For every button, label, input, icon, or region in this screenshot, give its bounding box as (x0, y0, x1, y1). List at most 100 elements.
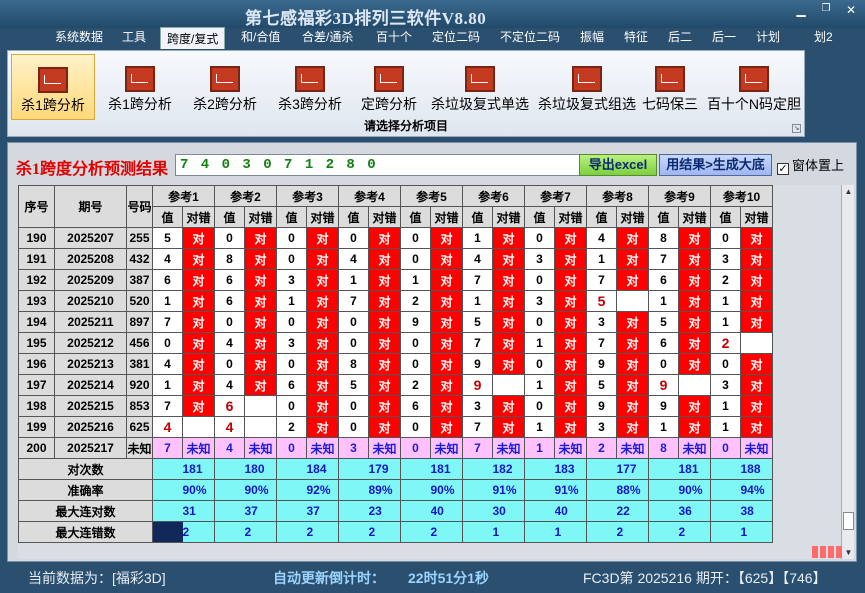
ref-value: 3 (462, 395, 493, 417)
ribbon-button[interactable]: 杀垃圾复式单选 (428, 54, 532, 120)
ribbon-button[interactable]: 百十个N码定胆 (706, 54, 802, 120)
scroll-up-icon[interactable]: ▲ (842, 185, 855, 198)
table-row[interactable]: 190 2025207 255 5 对 0 对 0 对 0 对 0 对 1 对 0 对 4 对 8 对 0 对 (18, 227, 773, 249)
stat-value: 90% (678, 479, 711, 501)
result-correct: 对 (244, 353, 277, 375)
row-seq: 200 (18, 437, 55, 459)
vertical-scrollbar[interactable]: ▲ ▼ (841, 185, 854, 559)
result-correct: 对 (430, 395, 463, 417)
stat-pad (214, 500, 245, 522)
stat-value: 90% (182, 479, 215, 501)
stat-pad (648, 458, 679, 480)
table-row[interactable]: 199 2025216 625 4 4 2 对 0 对 0 对 7 对 1 对 3 对 1 对 1 对 (18, 416, 773, 438)
table-row[interactable]: 195 2025212 456 0 对 4 对 3 对 0 对 0 对 7 对 1 对 7 对 6 对 2 (18, 332, 773, 354)
pred-value: 1 (524, 437, 555, 459)
menu-item[interactable]: 不定位二码 (500, 26, 560, 48)
minimize-icon[interactable]: ▁ (790, 3, 812, 17)
ref-value: 4 (214, 332, 245, 354)
result-correct: 对 (306, 353, 339, 375)
menu-item[interactable]: 跨度/复式 (160, 27, 226, 49)
menu-item[interactable]: 特征 (624, 26, 648, 48)
ref-value: 1 (710, 290, 741, 312)
scroll-thumb[interactable] (843, 512, 854, 530)
stat-value: 181 (678, 458, 711, 480)
ref-value: 0 (524, 353, 555, 375)
stat-value: 91% (492, 479, 525, 501)
table-row[interactable]: 192 2025209 387 6 对 6 对 3 对 1 对 1 对 7 对 0 对 7 对 6 对 2 对 (18, 269, 773, 291)
result-wrong (182, 416, 215, 438)
ribbon-button[interactable]: 杀2跨分析 (186, 54, 264, 120)
menu-item[interactable]: 工具 (122, 26, 146, 48)
menu-item[interactable]: 振幅 (580, 26, 604, 48)
table-row[interactable]: 198 2025215 853 7 对 6 0 对 0 对 6 对 3 对 0 对 9 对 9 对 1 对 (18, 395, 773, 417)
table-row[interactable]: 197 2025214 920 1 对 4 对 6 对 5 对 2 对 9 1 对 5 对 9 3 对 (18, 374, 773, 396)
stat-value: 94% (740, 479, 773, 501)
ribbon-button[interactable]: 杀1跨分析 (11, 54, 95, 120)
topmost-checkbox[interactable]: ✓ 窗体置上 (777, 155, 844, 175)
stats-row: 最大连错数 2 2 2 2 2 1 1 2 2 1 (18, 521, 773, 543)
generate-base-button[interactable]: 用结果>生成大底 (659, 154, 772, 176)
result-correct: 对 (182, 353, 215, 375)
ref-group-header: 参考7 (524, 185, 587, 207)
ref-value: 0 (710, 227, 741, 249)
ref-value: 0 (276, 248, 307, 270)
ribbon-button[interactable]: 杀1跨分析 (101, 54, 179, 120)
ribbon-button[interactable]: 杀3跨分析 (271, 54, 349, 120)
ribbon-expand-icon[interactable]: ↘ (792, 124, 801, 133)
col-period-header: 期号 (54, 185, 127, 228)
result-correct: 对 (740, 290, 773, 312)
value-subheader: 值 (400, 206, 431, 228)
table-row[interactable]: 196 2025213 381 4 对 0 对 0 对 8 对 0 对 9 对 0 对 9 对 0 对 0 对 (18, 353, 773, 375)
result-subheader: 对错 (740, 206, 773, 228)
checkbox-icon[interactable]: ✓ (777, 163, 789, 175)
menu-item[interactable]: 百十个 (376, 26, 412, 48)
stat-pad (338, 521, 369, 543)
result-subheader: 对错 (182, 206, 215, 228)
menu-item[interactable]: 和/合值 (241, 26, 280, 48)
ref-value: 2 (400, 290, 431, 312)
result-correct: 对 (430, 374, 463, 396)
table-row[interactable]: 193 2025210 520 1 对 6 对 1 对 7 对 2 对 1 对 3 对 5 1 对 1 对 (18, 290, 773, 312)
menu-item[interactable]: 计划 (756, 26, 780, 48)
value-subheader: 值 (524, 206, 555, 228)
ribbon-button[interactable]: 杀垃圾复式组选 (538, 54, 636, 120)
ref-value: 0 (338, 395, 369, 417)
pred-result: 未知 (678, 437, 711, 459)
prediction-row[interactable]: 200 2025217 未知 7 未知 4 未知 0 未知 3 未知 0 未知 7 未知 1 未知 2 未知 8 未知 0… (18, 437, 773, 459)
table-row[interactable]: 194 2025211 897 7 对 0 对 0 对 0 对 9 对 5 对 0 对 3 对 5 对 1 对 (18, 311, 773, 333)
stat-value: 37 (244, 500, 277, 522)
result-field[interactable]: 7 4 0 3 0 7 1 2 8 0 (175, 154, 581, 176)
stat-pad (214, 458, 245, 480)
result-correct: 对 (430, 290, 463, 312)
value-subheader: 值 (214, 206, 245, 228)
restore-icon[interactable]: ❐ (815, 3, 837, 14)
export-excel-button[interactable]: 导出excel (579, 154, 657, 176)
row-seq: 198 (18, 395, 55, 417)
ref-value: 1 (648, 290, 679, 312)
ref-group-header: 参考10 (710, 185, 773, 207)
ref-value: 0 (524, 227, 555, 249)
menu-item[interactable]: 后二 (668, 26, 692, 48)
stat-pad (276, 521, 307, 543)
close-icon[interactable]: ✕ (840, 3, 862, 17)
ref-value: 8 (214, 248, 245, 270)
stat-value: 23 (368, 500, 401, 522)
stat-value: 40 (554, 500, 587, 522)
ref-group-header: 参考3 (276, 185, 339, 207)
menu-item[interactable]: 划2 (814, 26, 833, 48)
stat-pad (214, 479, 245, 501)
menu-item[interactable]: 定位二码 (432, 26, 480, 48)
menu-item[interactable]: 后一 (712, 26, 736, 48)
ribbon-button[interactable]: 七码保三 (640, 54, 700, 120)
analysis-grid: 序号 期号 号码 参考1 参考2 参考3 参考4 参考5 参考6 参考7 参考8 参考9 参考10 值对错… (18, 185, 841, 559)
menu-item[interactable]: 系统数据 (55, 26, 103, 48)
result-correct: 对 (306, 290, 339, 312)
result-correct: 对 (244, 269, 277, 291)
ref-value: 9 (648, 395, 679, 417)
ref-value: 7 (152, 311, 183, 333)
result-correct: 对 (740, 353, 773, 375)
stat-pad (338, 500, 369, 522)
menu-item[interactable]: 合差/通杀 (302, 26, 353, 48)
table-row[interactable]: 191 2025208 432 4 对 8 对 0 对 4 对 0 对 4 对 3 对 1 对 7 对 3 对 (18, 248, 773, 270)
ribbon-button[interactable]: 定跨分析 (357, 54, 421, 120)
